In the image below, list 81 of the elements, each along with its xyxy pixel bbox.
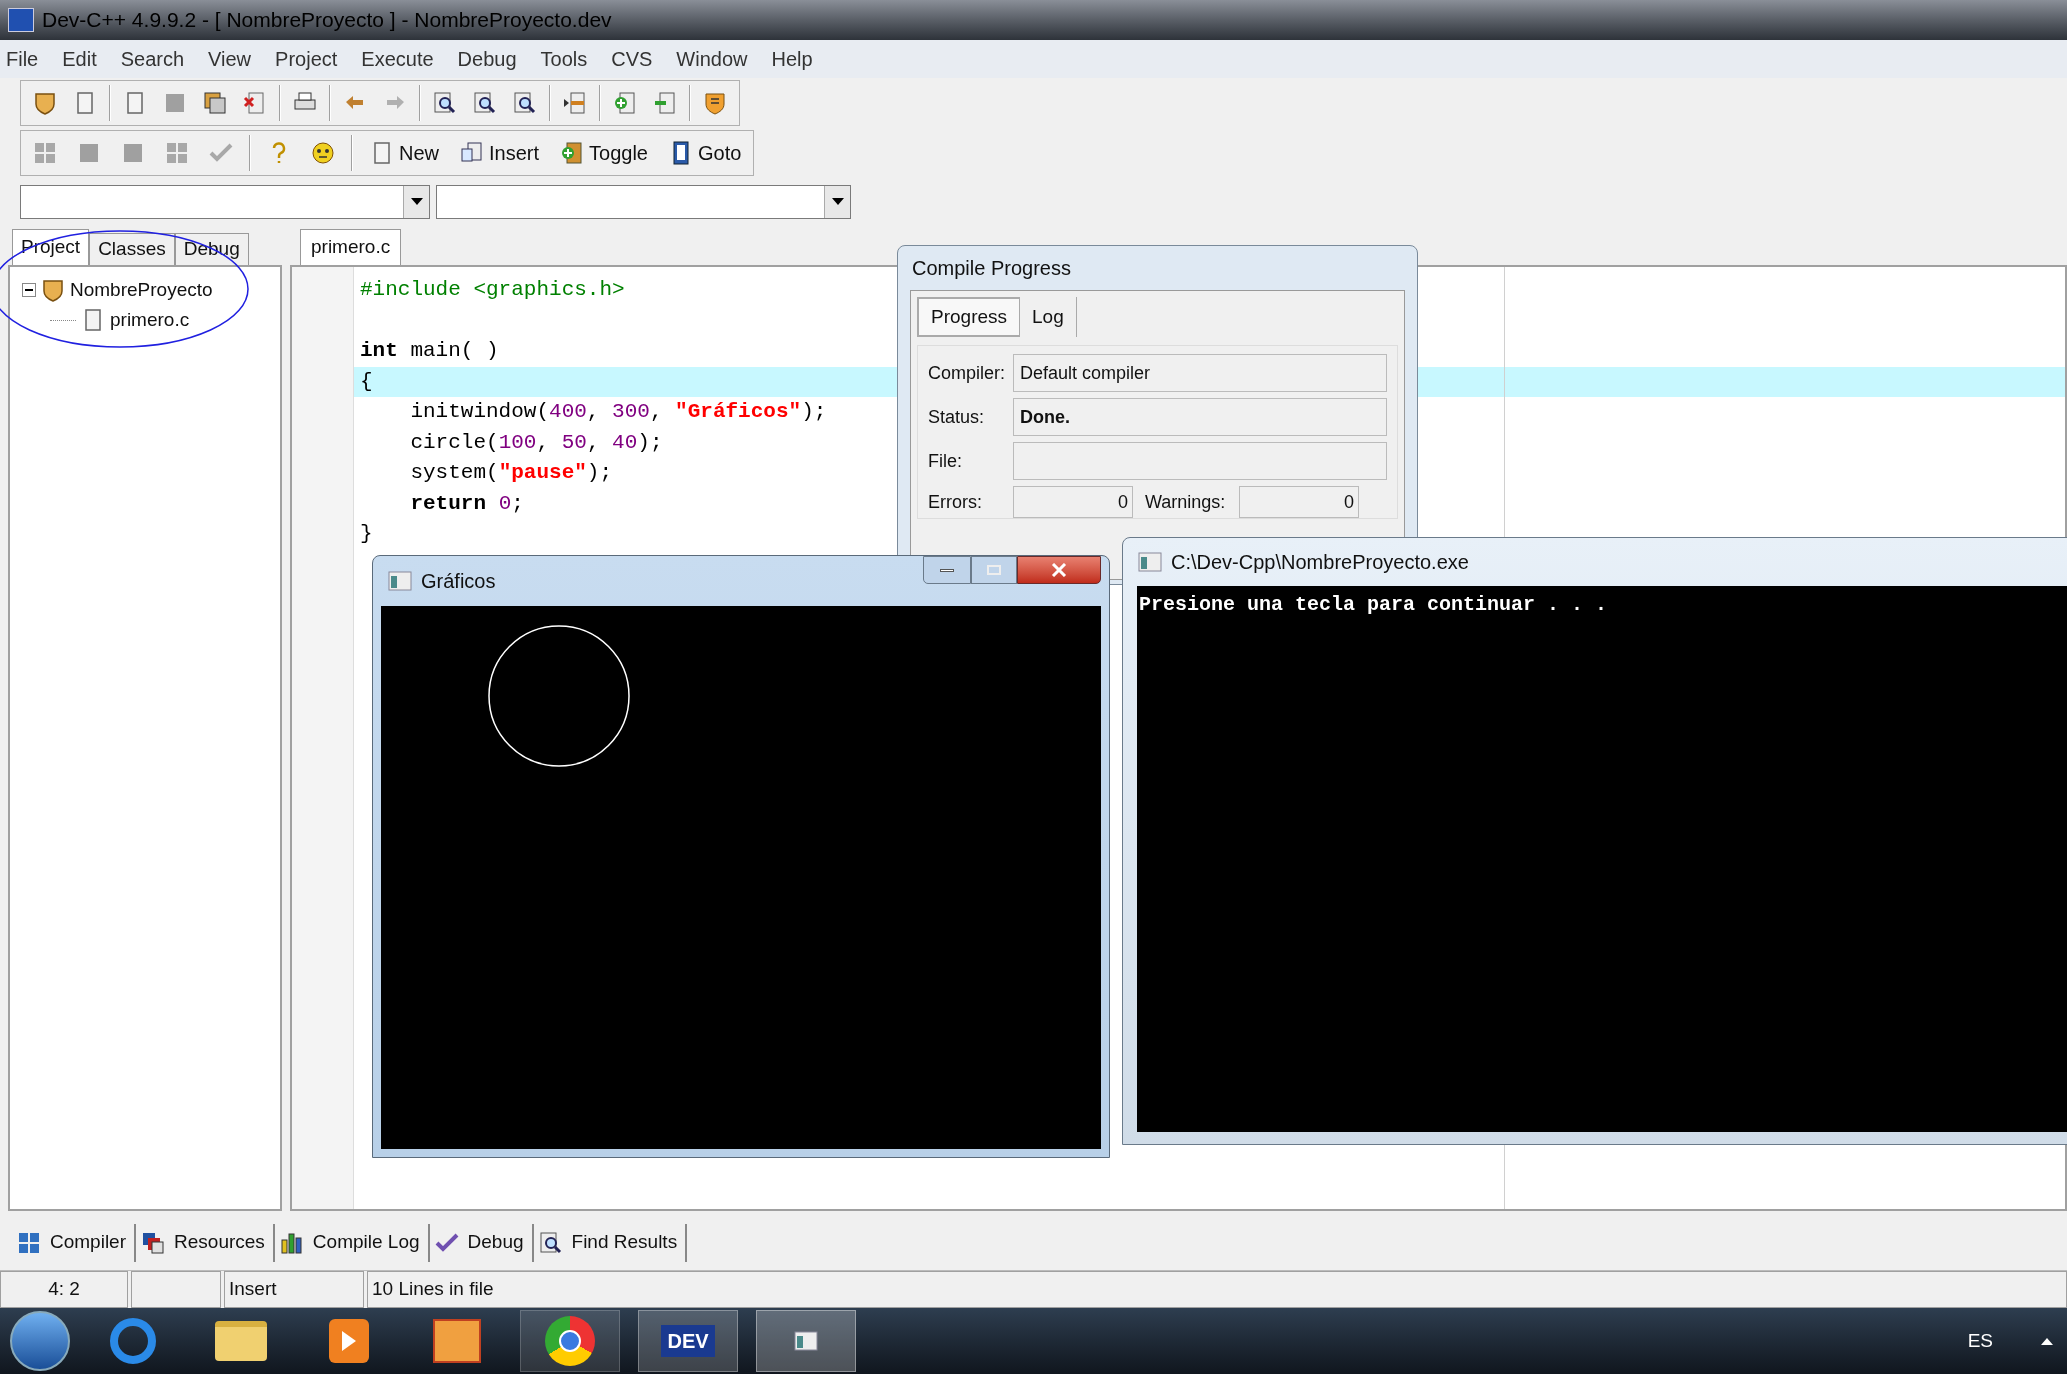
code-line: system("pause"); [409, 460, 613, 486]
search-icon [432, 90, 458, 116]
grid-icon [164, 140, 190, 166]
dev-app-button[interactable]: DEV [638, 1310, 738, 1372]
search-icon [472, 90, 498, 116]
toolbar-text-button[interactable]: Goto [660, 133, 750, 173]
code-line: circle(100, 50, 40); [409, 429, 663, 456]
dropdown-field[interactable] [20, 184, 430, 219]
errors-field: 0 [1013, 486, 1133, 518]
toolbar-text-button[interactable]: New [361, 133, 447, 173]
bottom-tab[interactable]: Find Results [533, 1223, 688, 1262]
code-line: #include <graphics.h> [360, 277, 625, 303]
plus-page-icon [612, 90, 638, 116]
code-line: { [360, 368, 373, 395]
compiler-field: Default compiler [1013, 354, 1387, 392]
field-label: Status: [928, 405, 986, 429]
menu-item[interactable]: View [208, 44, 252, 74]
bottom-tab[interactable]: Resources [136, 1223, 275, 1262]
goto-line-icon [562, 90, 588, 116]
status-field: Done. [1013, 398, 1387, 436]
bottom-tab[interactable]: Compiler [12, 1223, 137, 1262]
window-icon [793, 1328, 819, 1354]
window-icon [1137, 549, 1163, 575]
field-label: Warnings: [1145, 490, 1227, 514]
toolbar-text-button[interactable]: Toggle [551, 133, 656, 173]
start-button[interactable] [10, 1311, 70, 1371]
shield-icon [32, 90, 58, 116]
floppy-disk-icon [202, 90, 228, 116]
menu-item[interactable]: Debug [457, 44, 517, 74]
status-cell: Insert [224, 1271, 364, 1308]
tree-item[interactable]: primero.c [110, 305, 190, 335]
maximize-button[interactable] [971, 556, 1017, 584]
window-app-button[interactable] [756, 1310, 856, 1372]
field-label: File: [928, 449, 963, 473]
toolbar-text-button[interactable]: Insert [451, 133, 548, 173]
shield-icon [40, 277, 66, 303]
grid-icon [32, 140, 58, 166]
warnings-field: 0 [1239, 486, 1359, 518]
dialog-tab[interactable]: Progress [917, 297, 1021, 337]
code-line: int main( ) [360, 338, 499, 364]
app-logo-icon [8, 8, 34, 32]
bottom-tab[interactable]: Debug [429, 1223, 534, 1262]
status-cell: 10 Lines in file [367, 1271, 2067, 1308]
collapse-toggle[interactable] [22, 283, 36, 297]
search-icon [537, 1229, 564, 1256]
menu-item[interactable]: Help [771, 44, 813, 74]
menu-item[interactable]: Project [275, 44, 338, 74]
window-title: Gráficos [421, 569, 496, 594]
menu-item[interactable]: Tools [540, 44, 588, 74]
dialog-title: Compile Progress [911, 256, 1072, 281]
menu-item[interactable]: Window [676, 44, 748, 74]
field-label: Compiler: [928, 361, 1007, 385]
window-title: C:\Dev-Cpp\NombreProyecto.exe [1171, 550, 1469, 575]
language-indicator[interactable]: ES [1967, 1326, 1993, 1356]
dropdown-field[interactable] [436, 184, 851, 219]
console-text: Presione una tecla para continuar . . . [1139, 593, 1608, 616]
smiley-icon [310, 140, 336, 166]
field-label: Errors: [928, 490, 983, 514]
dialog-tab[interactable]: Log [1020, 297, 1077, 337]
menu-item[interactable]: Search [120, 44, 185, 74]
menu-item[interactable]: Execute [361, 44, 434, 74]
close-icon [1051, 563, 1067, 577]
bottom-tab[interactable]: Compile Log [274, 1223, 430, 1262]
search-icon [512, 90, 538, 116]
shield-list-icon [702, 90, 728, 116]
editor-tab[interactable]: primero.c [300, 229, 402, 265]
status-cell: 4: 2 [0, 1271, 128, 1308]
close-button[interactable] [1017, 556, 1101, 584]
code-line: return 0; [409, 490, 524, 517]
window-icon [387, 568, 413, 594]
caret-up-icon[interactable] [2041, 1337, 2053, 1345]
panel-tab[interactable]: Classes [89, 233, 175, 265]
window-title: Dev-C++ 4.9.9.2 - [ NombreProyecto ] - NombreProyecto.dev [42, 7, 612, 34]
minimize-button[interactable] [923, 556, 971, 584]
menu-item[interactable]: CVS [611, 44, 653, 74]
tree-item[interactable]: NombreProyecto [70, 275, 213, 305]
menu-item[interactable]: File [6, 44, 39, 74]
code-line: initwindow(400, 300, "Gráficos"); [409, 399, 827, 425]
code-line: } [360, 521, 373, 547]
minus-page-icon [652, 90, 678, 116]
menu-item[interactable]: Edit [62, 44, 97, 74]
